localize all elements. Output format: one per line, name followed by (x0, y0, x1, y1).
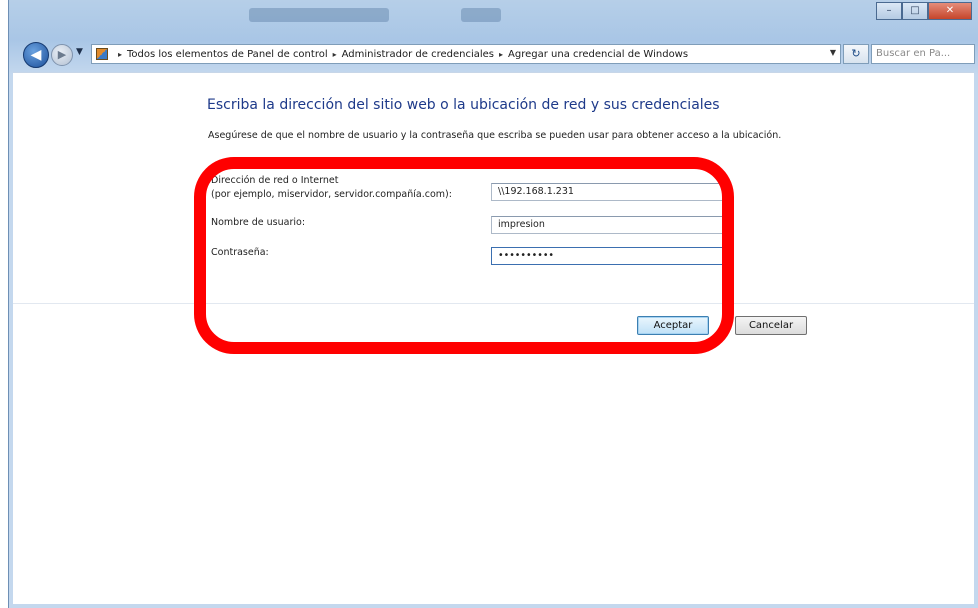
red-highlight-annotation (194, 157, 734, 354)
breadcrumb-chevron-icon[interactable]: ▸ (333, 50, 337, 59)
window-controls: – □ ✕ (876, 2, 972, 20)
title-blur (249, 8, 389, 22)
breadcrumb-control-panel[interactable]: Todos los elementos de Panel de control (127, 49, 328, 60)
breadcrumb-chevron-icon[interactable]: ▸ (499, 50, 503, 59)
close-button[interactable]: ✕ (928, 2, 972, 20)
back-arrow-icon[interactable]: ◀ (23, 42, 49, 68)
forward-arrow-icon[interactable]: ▶ (51, 44, 73, 66)
address-bar[interactable]: ▸ Todos los elementos de Panel de contro… (91, 44, 841, 64)
page-description: Asegúrese de que el nombre de usuario y … (208, 130, 782, 141)
navigation-bar: ◀ ▶ ▼ ▸ Todos los elementos de Panel de … (9, 38, 978, 72)
control-panel-icon (96, 48, 108, 60)
breadcrumb-credential-manager[interactable]: Administrador de credenciales (342, 49, 494, 60)
title-blur (461, 8, 501, 22)
breadcrumb-chevron-icon[interactable]: ▸ (118, 50, 122, 59)
cancel-button[interactable]: Cancelar (735, 316, 807, 335)
desktop-edge (0, 0, 8, 608)
page-title: Escriba la dirección del sitio web o la … (207, 97, 720, 113)
refresh-icon[interactable]: ↻ (843, 44, 869, 64)
history-dropdown-icon[interactable]: ▼ (76, 47, 83, 57)
maximize-button[interactable]: □ (902, 2, 928, 20)
breadcrumb-add-windows-credential[interactable]: Agregar una credencial de Windows (508, 49, 688, 60)
title-bar[interactable]: – □ ✕ (9, 0, 978, 38)
search-input[interactable]: Buscar en Pa... (871, 44, 975, 64)
address-dropdown-icon[interactable]: ▼ (830, 48, 836, 57)
minimize-button[interactable]: – (876, 2, 902, 20)
